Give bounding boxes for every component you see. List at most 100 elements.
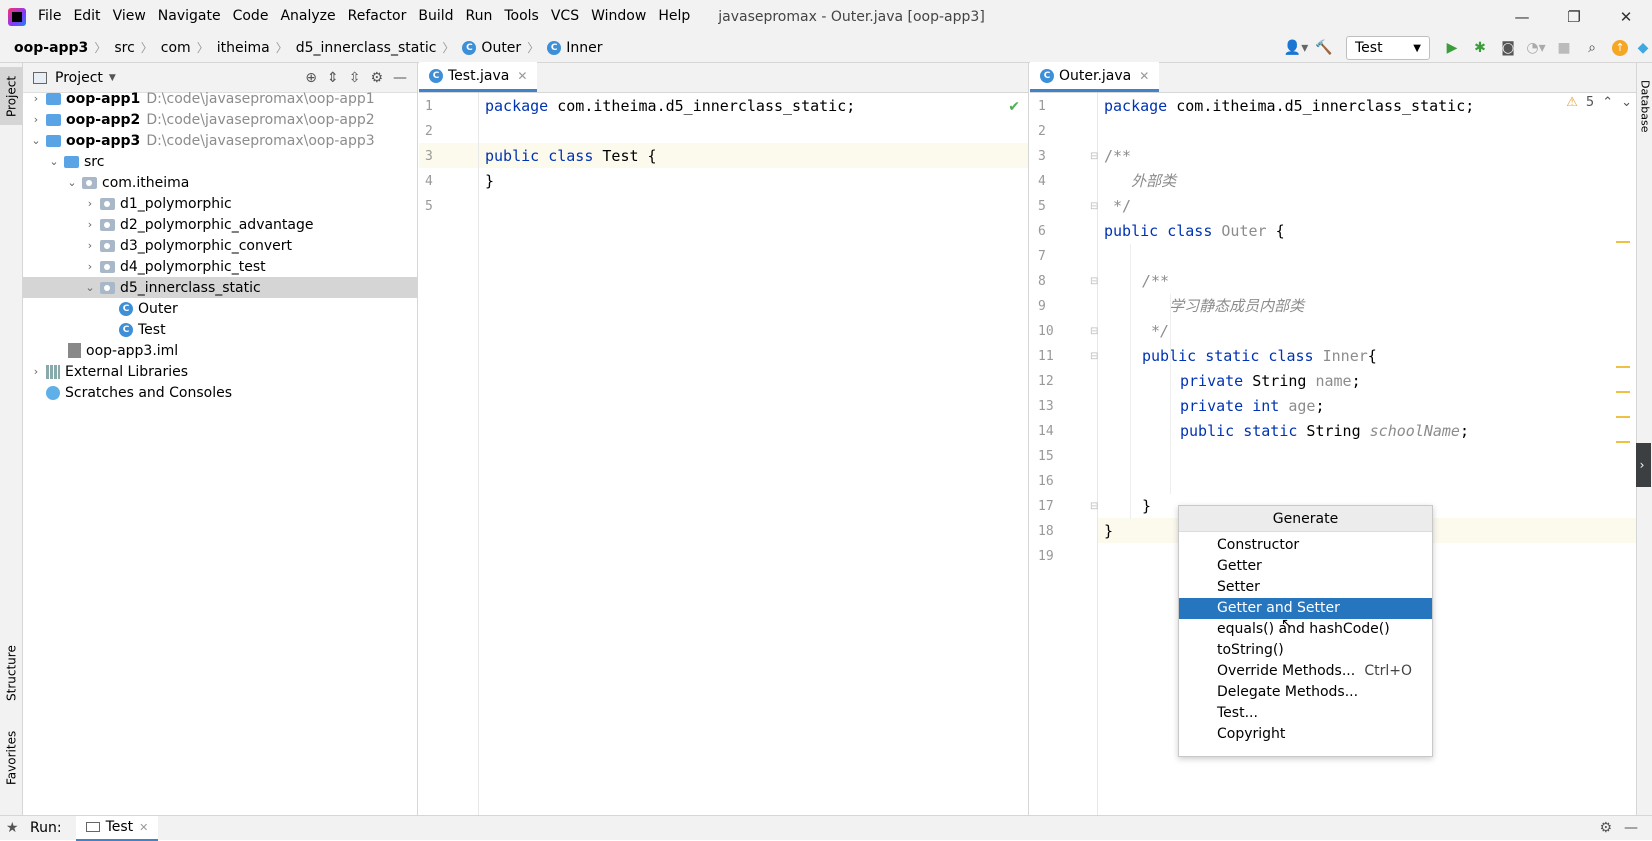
chevron-down-icon[interactable]: ⌄ [47,155,61,168]
tree-item-iml[interactable]: oop-app3.iml [23,340,417,361]
run-config-select[interactable]: Test ▼ [1346,36,1430,60]
gear-icon[interactable]: ⚙ [1599,820,1612,836]
menu-window[interactable]: Window [585,0,652,33]
run-icon[interactable]: ▶ [1438,36,1466,60]
run-tab-test[interactable]: Test ✕ [75,815,159,841]
tree-item-com-itheima[interactable]: ⌄ com.itheima [23,172,417,193]
fold-icon[interactable]: ⊟ [1090,276,1098,287]
code-line-6[interactable]: public class Outer { [1104,219,1285,244]
generate-getter-and-setter[interactable]: Getter and Setter [1179,598,1432,619]
menu-code[interactable]: Code [227,0,275,33]
favorites-tool-tab[interactable]: Favorites [0,723,23,793]
tree-item-test[interactable]: C Test [23,319,417,340]
tree-item-scratches[interactable]: Scratches and Consoles [23,382,417,403]
tree-item-d5[interactable]: ⌄ d5_innerclass_static [23,277,417,298]
chevron-down-icon[interactable]: ⌄ [29,134,43,147]
code-line-3[interactable]: public class Test { [485,144,657,169]
build-hammer-icon[interactable]: 🔨 [1310,36,1338,60]
menu-vcs[interactable]: VCS [545,0,585,33]
code-line-3[interactable]: /** [1104,144,1131,169]
menu-edit[interactable]: Edit [67,0,106,33]
chevron-down-icon[interactable]: ⌄ [65,176,79,189]
menu-file[interactable]: File [32,0,67,33]
close-icon[interactable]: ✕ [1139,69,1149,83]
tree-item-d1[interactable]: › d1_polymorphic [23,193,417,214]
fold-icon[interactable]: ⊟ [1090,326,1098,337]
chevron-right-icon[interactable]: › [83,218,97,231]
generate-override-methods[interactable]: Override Methods... Ctrl+O [1179,661,1432,682]
coverage-icon[interactable]: ◙ [1494,36,1522,60]
fold-icon[interactable]: ⊟ [1090,351,1098,362]
structure-tool-tab[interactable]: Structure [0,638,23,708]
warning-stripe-mark[interactable] [1616,241,1630,243]
code-line-12[interactable]: private String name; [1180,369,1361,394]
fold-icon[interactable]: ⊟ [1090,151,1098,162]
close-icon[interactable]: ✕ [517,69,527,83]
generate-test[interactable]: Test... [1179,703,1432,724]
breadcrumb-inner[interactable]: C Inner [539,40,602,56]
code-line-18[interactable]: } [1104,519,1113,544]
generate-tostring[interactable]: toString() [1179,640,1432,661]
code-line-5[interactable]: */ [1104,194,1131,219]
menu-help[interactable]: Help [652,0,696,33]
warning-stripe-mark[interactable] [1616,391,1630,393]
restore-button[interactable]: ❐ [1548,0,1600,33]
chevron-down-icon[interactable]: ▼ [109,73,116,83]
menu-view[interactable]: View [107,0,152,33]
chevron-up-icon[interactable]: ⌃ [1602,95,1613,110]
tab-outer-java[interactable]: C Outer.java ✕ [1030,62,1160,92]
fold-icon[interactable]: ⊟ [1090,201,1098,212]
generate-setter[interactable]: Setter [1179,577,1432,598]
menu-run[interactable]: Run [460,0,499,33]
code-line-9[interactable]: 学习静态成员内部类 [1142,294,1304,319]
project-panel-title[interactable]: Project [55,70,103,86]
warning-stripe-mark[interactable] [1616,416,1630,418]
tree-item-src[interactable]: ⌄ src [23,151,417,172]
chevron-right-icon[interactable]: › [83,239,97,252]
generate-copyright[interactable]: Copyright [1179,724,1432,745]
chevron-right-icon[interactable]: › [29,113,43,126]
generate-equals-hashcode[interactable]: equals() and hashCode() [1179,619,1432,640]
tree-item-external-libraries[interactable]: › External Libraries [23,361,417,382]
stop-icon[interactable]: ■ [1550,36,1578,60]
generate-delegate-methods[interactable]: Delegate Methods... [1179,682,1432,703]
breadcrumb-outer[interactable]: C Outer [454,40,521,56]
tree-item-d3[interactable]: › d3_polymorphic_convert [23,235,417,256]
chevron-down-icon[interactable]: ⌄ [83,281,97,294]
warning-stripe-mark[interactable] [1616,441,1630,443]
star-icon[interactable]: ★ [6,820,19,836]
chevron-right-icon[interactable]: › [83,260,97,273]
chevron-down-icon[interactable]: ⌄ [1621,95,1632,110]
close-icon[interactable]: ✕ [139,821,148,834]
menu-refactor[interactable]: Refactor [342,0,413,33]
hide-panel-icon[interactable]: — [393,70,407,86]
tree-item-oop-app3[interactable]: ⌄ oop-app3 D:\code\javasepromax\oop-app3 [23,130,417,151]
expand-all-icon[interactable]: ⇕ [327,70,339,86]
generate-constructor[interactable]: Constructor [1179,535,1432,556]
code-line-13[interactable]: private int age; [1180,394,1325,419]
jetbrains-toolbox-icon[interactable]: ◆ [1634,36,1652,60]
breadcrumb-com[interactable]: com [153,40,191,56]
inspection-widget[interactable]: ⚠ 5 ⌃ ⌄ [1566,95,1632,110]
database-tool-tab[interactable]: Database [1637,71,1652,141]
breadcrumb-src[interactable]: src [106,40,134,56]
code-line-4[interactable]: 外部类 [1104,169,1176,194]
chevron-right-icon[interactable]: › [83,197,97,210]
menu-build[interactable]: Build [412,0,459,33]
locate-icon[interactable]: ⊕ [305,70,317,86]
search-icon[interactable]: ⌕ [1578,36,1606,60]
debug-icon[interactable]: ✱ [1466,36,1494,60]
generate-getter[interactable]: Getter [1179,556,1432,577]
profile-icon[interactable]: ◔▾ [1522,36,1550,60]
warning-stripe-mark[interactable] [1616,366,1630,368]
fold-icon[interactable]: ⊟ [1090,501,1098,512]
code-line-17[interactable]: } [1142,494,1151,519]
tree-item-d4[interactable]: › d4_polymorphic_test [23,256,417,277]
breadcrumb-d5[interactable]: d5_innerclass_static [288,40,437,56]
update-icon[interactable]: ↑ [1606,36,1634,60]
breadcrumb-itheima[interactable]: itheima [209,40,270,56]
close-button[interactable]: ✕ [1600,0,1652,33]
tree-item-outer[interactable]: C Outer [23,298,417,319]
tree-item-d2[interactable]: › d2_polymorphic_advantage [23,214,417,235]
project-tool-tab[interactable]: Project [0,67,23,125]
